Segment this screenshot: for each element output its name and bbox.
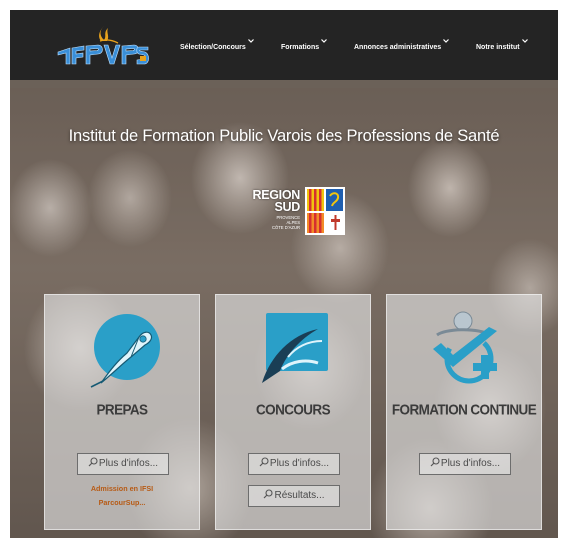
admission-ifsi-link[interactable]: Admission en IFSI — [45, 484, 199, 493]
button-label: Plus d'infos... — [98, 458, 159, 469]
chevron-down-icon — [247, 39, 254, 43]
parcoursup-link[interactable]: ParcourSup... — [45, 498, 199, 507]
more-info-button[interactable]: Plus d'infos... — [248, 453, 340, 475]
button-label: Plus d'infos... — [269, 458, 330, 469]
pen-nib-icon — [90, 314, 160, 388]
card-title: FORMATION CONTINUE — [391, 401, 537, 418]
nav-item-label: Annonces administratives — [354, 44, 442, 51]
results-button[interactable]: Résultats... — [248, 485, 340, 507]
region-sud-logo: REGION SUD PROVENCE ALPES CÔTE D'AZUR — [242, 186, 346, 238]
page-frame: Sélection/Concours Formations Annonces a… — [10, 10, 558, 538]
person-check-plus-icon — [433, 311, 497, 384]
nav-item-label: Formations — [281, 44, 320, 51]
search-icon — [264, 489, 274, 499]
region-logo-line3: PROVENCE ALPES CÔTE D'AZUR — [271, 215, 300, 230]
card-formation-continue: FORMATION CONTINUE Plus d'infos... — [386, 294, 542, 530]
more-info-button[interactable]: Plus d'infos... — [77, 453, 169, 475]
nav-item-label: Notre institut — [476, 44, 520, 51]
region-logo-line2: SUD — [274, 200, 301, 214]
search-icon — [259, 457, 269, 467]
top-navbar: Sélection/Concours Formations Annonces a… — [10, 10, 558, 80]
card-concours: CONCOURS Plus d'infos... Résultats... — [215, 294, 371, 530]
nav-item-annonces-administratives[interactable]: Annonces administratives — [354, 39, 450, 51]
chevron-down-icon — [321, 39, 328, 43]
card-prepas: PREPAS Plus d'infos... Admission en IFSI… — [44, 294, 200, 530]
search-icon — [430, 457, 440, 467]
card-title: PREPAS — [96, 401, 149, 418]
concours-icon — [262, 313, 328, 383]
chevron-down-icon — [521, 39, 528, 43]
button-label: Plus d'infos... — [440, 458, 501, 469]
site-logo[interactable] — [54, 24, 150, 68]
hero-headline: Institut de Formation Public Varois des … — [68, 127, 500, 145]
region-shield-icon — [305, 187, 345, 235]
button-label: Résultats... — [274, 490, 325, 501]
nav-item-formations[interactable]: Formations — [281, 39, 328, 51]
more-info-button[interactable]: Plus d'infos... — [419, 453, 511, 475]
chevron-down-icon — [443, 39, 450, 43]
nav-item-label: Sélection/Concours — [180, 44, 246, 51]
nav-item-selection-concours[interactable]: Sélection/Concours — [180, 39, 254, 51]
search-icon — [88, 457, 98, 467]
nav-item-notre-institut[interactable]: Notre institut — [476, 39, 528, 51]
card-title: CONCOURS — [256, 401, 331, 418]
